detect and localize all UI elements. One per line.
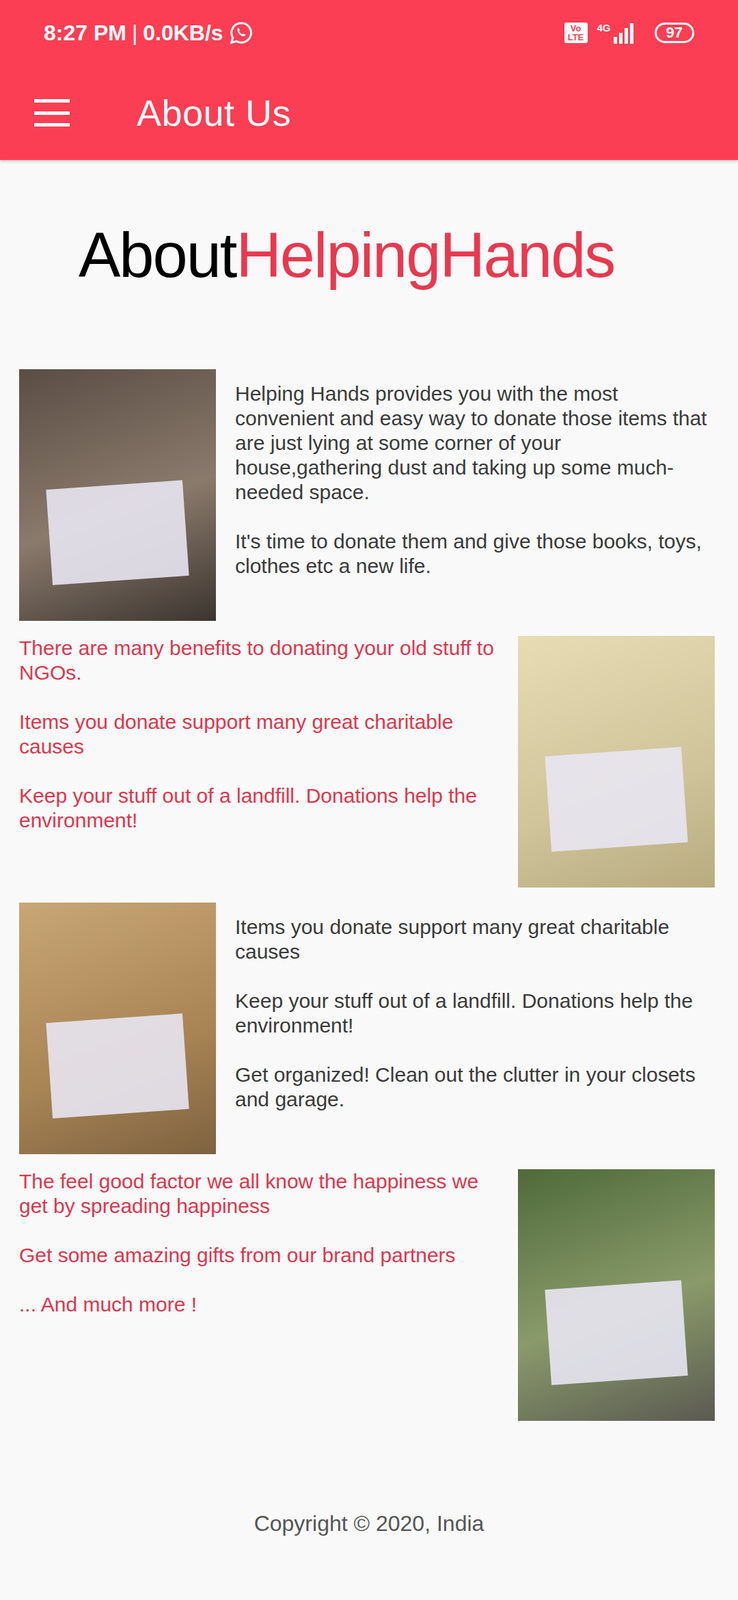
about-section: Helping Hands provides you with the most… xyxy=(0,369,738,621)
section-paragraph: There are many benefits to donating your… xyxy=(19,635,499,685)
section-text: Items you donate support many great char… xyxy=(235,902,714,1112)
section-paragraph: ... And much more ! xyxy=(19,1291,499,1317)
whatsapp-icon xyxy=(228,20,254,46)
copyright: Copyright © 2020, India xyxy=(254,1506,485,1539)
sign-board xyxy=(45,1012,189,1118)
signal-icon xyxy=(612,21,637,44)
section-text: Helping Hands provides you with the most… xyxy=(235,369,714,579)
about-heading: AboutHelpingHands xyxy=(78,217,738,293)
section-paragraph: Get organized! Clean out the clutter in … xyxy=(235,1061,714,1112)
status-speed: 0.0KB/s xyxy=(142,16,223,50)
page-title: About Us xyxy=(136,85,292,141)
sections: Helping Hands provides you with the most… xyxy=(0,369,738,1420)
section-paragraph: Items you donate support many great char… xyxy=(235,914,714,964)
photo xyxy=(517,635,715,887)
status-bar: 8:27 PM|0.0KB/s Vo LTE 4G 97 xyxy=(0,0,738,66)
photo xyxy=(19,902,216,1154)
sign-board xyxy=(544,1279,688,1385)
about-section: There are many benefits to donating your… xyxy=(0,635,738,887)
status-separator: | xyxy=(131,16,138,50)
footer: Copyright © 2020, India xyxy=(0,1506,738,1539)
section-paragraph: The feel good factor we all know the hap… xyxy=(19,1168,499,1218)
section-paragraph: Get some amazing gifts from our brand pa… xyxy=(19,1242,499,1267)
heading-brand: HelpingHands xyxy=(235,220,615,290)
photo xyxy=(517,1168,715,1420)
photo xyxy=(19,369,216,621)
header: 8:27 PM|0.0KB/s Vo LTE 4G 97 About Us xyxy=(0,0,738,160)
sign-board xyxy=(45,479,189,585)
status-time: 8:27 PM xyxy=(43,16,127,50)
battery-indicator: 97 xyxy=(654,22,695,44)
menu-icon[interactable] xyxy=(34,99,72,127)
network-type: 4G xyxy=(597,22,611,33)
section-text: There are many benefits to donating your… xyxy=(19,635,499,833)
about-section: The feel good factor we all know the hap… xyxy=(0,1168,738,1420)
section-paragraph: Items you donate support many great char… xyxy=(19,709,499,759)
section-paragraph: It's time to donate them and give those … xyxy=(235,528,714,579)
about-section: Items you donate support many great char… xyxy=(0,902,738,1154)
section-paragraph: Helping Hands provides you with the most… xyxy=(235,381,714,505)
heading-about: About xyxy=(78,220,236,290)
section-paragraph: Keep your stuff out of a landfill. Donat… xyxy=(19,783,499,833)
app-bar: About Us xyxy=(0,65,738,160)
volte-badge: Vo LTE xyxy=(564,22,588,44)
sign-board xyxy=(544,746,688,852)
section-text: The feel good factor we all know the hap… xyxy=(19,1168,499,1317)
battery-level: 97 xyxy=(666,25,683,41)
section-paragraph: Keep your stuff out of a landfill. Donat… xyxy=(235,988,714,1038)
